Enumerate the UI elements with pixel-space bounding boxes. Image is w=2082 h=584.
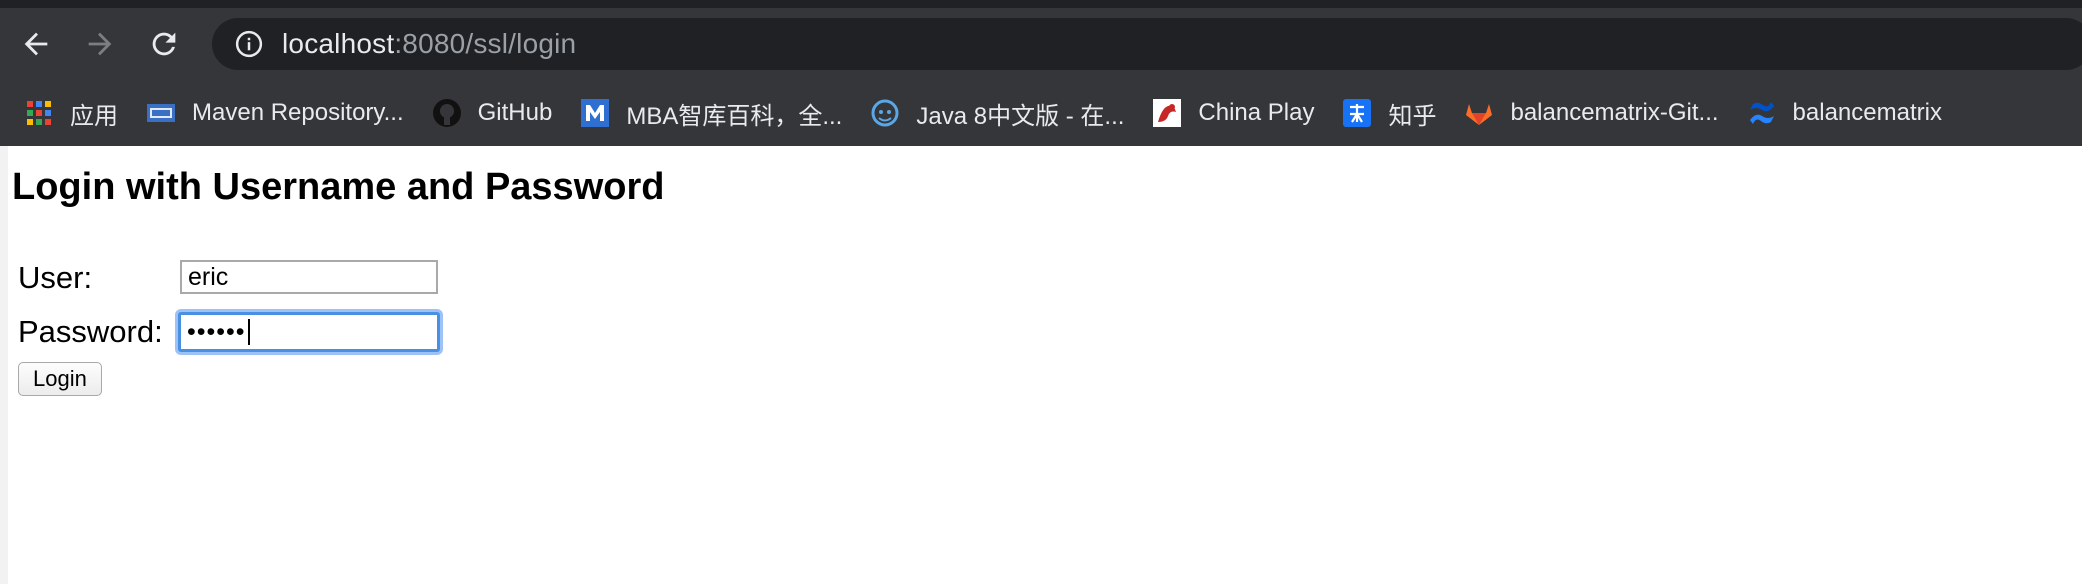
bookmark-label: GitHub	[477, 99, 553, 126]
address-bar[interactable]: localhost:8080/ssl/login	[212, 18, 2082, 70]
java-icon	[870, 98, 900, 128]
china-play-icon	[1152, 98, 1182, 128]
confluence-icon	[1747, 98, 1777, 128]
bookmark-label: Maven Repository...	[192, 99, 404, 126]
password-label: Password:	[18, 314, 163, 349]
arrow-left-icon	[24, 32, 48, 56]
bookmark-label: balancematrix-Git...	[1510, 99, 1719, 126]
arrow-right-icon	[88, 32, 112, 56]
page-content: Login with Username and Password User: e…	[0, 146, 2082, 584]
username-input[interactable]: eric	[180, 260, 438, 294]
url-host: localhost	[282, 28, 395, 59]
browser-top-strip	[0, 0, 2082, 8]
bookmark-label: balancematrix	[1792, 99, 1942, 126]
apps-grid-icon	[24, 98, 54, 128]
browser-toolbar: localhost:8080/ssl/login	[0, 8, 2082, 80]
reload-button[interactable]	[136, 16, 192, 72]
bookmark-label: 知乎	[1388, 102, 1437, 130]
mba-icon	[580, 98, 610, 128]
bookmark-apps[interactable]: 应用	[0, 88, 132, 138]
reload-icon	[152, 32, 176, 56]
github-icon	[432, 98, 462, 128]
user-label: User:	[18, 260, 93, 295]
maven-icon	[146, 98, 176, 128]
bookmark-java[interactable]: Java 8中文版 - 在...	[856, 88, 1138, 138]
bookmark-china-play[interactable]: China Play	[1138, 88, 1328, 138]
text-caret	[247, 319, 250, 345]
page-title: Login with Username and Password	[12, 166, 665, 208]
bookmark-confluence[interactable]: balancematrix	[1733, 88, 1956, 138]
bookmark-github[interactable]: GitHub	[418, 88, 567, 138]
back-button[interactable]	[8, 16, 64, 72]
bookmark-label: MBA智库百科，全...	[626, 102, 843, 130]
bookmarks-bar: 应用 Maven Repository... GitHub MBA智库百科，全.…	[0, 80, 2082, 146]
bookmark-zhihu[interactable]: 知乎	[1328, 88, 1450, 138]
gitlab-icon	[1464, 98, 1494, 128]
url-text[interactable]: localhost:8080/ssl/login	[282, 28, 576, 60]
bookmark-label: China Play	[1198, 99, 1315, 126]
bookmark-label: 应用	[70, 102, 118, 130]
bookmark-gitlab[interactable]: balancematrix-Git...	[1450, 88, 1732, 138]
forward-button[interactable]	[72, 16, 128, 72]
username-value: eric	[188, 262, 229, 291]
password-input[interactable]: ••••••	[178, 312, 440, 352]
password-value: ••••••	[187, 317, 246, 346]
zhihu-icon	[1342, 98, 1372, 128]
page-left-shade	[0, 146, 8, 584]
info-icon[interactable]	[234, 29, 264, 59]
user-row: User: eric	[18, 258, 448, 298]
bookmark-mba[interactable]: MBA智库百科，全...	[566, 88, 856, 138]
url-path: :8080/ssl/login	[394, 28, 577, 59]
login-button[interactable]: Login	[18, 362, 102, 396]
password-row: Password: ••••••	[18, 310, 448, 354]
bookmark-label: Java 8中文版 - 在...	[916, 102, 1125, 130]
bookmark-maven[interactable]: Maven Repository...	[132, 88, 418, 138]
